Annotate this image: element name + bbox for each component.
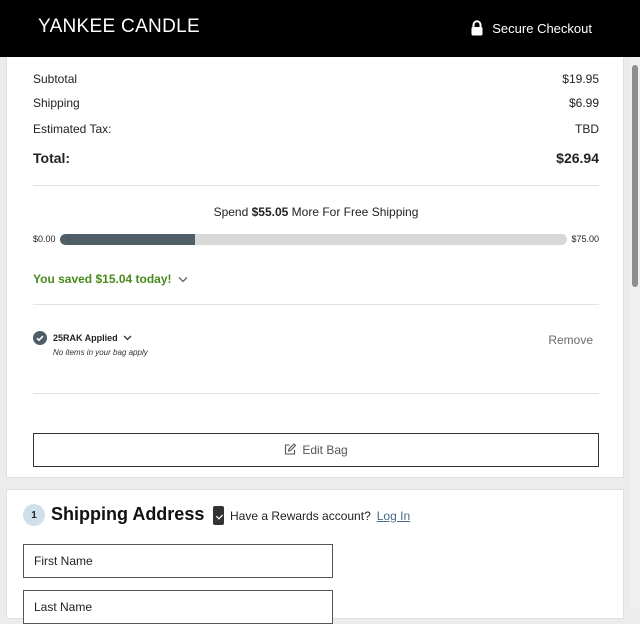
progress-min-label: $0.00 [33, 234, 56, 244]
login-link[interactable]: Log In [377, 509, 410, 523]
remove-promo-link[interactable]: Remove [548, 333, 593, 347]
shipping-value: $6.99 [568, 96, 599, 110]
scrollbar[interactable] [630, 57, 640, 608]
edit-bag-label: Edit Bag [302, 443, 348, 457]
divider [33, 185, 599, 186]
tax-row: Estimated Tax: TBD [33, 122, 599, 136]
rewards-card-icon [213, 506, 224, 525]
progress-max-label: $75.00 [571, 234, 599, 244]
step-number: 1 [23, 504, 45, 526]
divider [33, 304, 599, 305]
subtotal-value: $19.95 [562, 72, 599, 86]
promo-code-toggle[interactable]: 25RAK Applied [53, 333, 132, 343]
secure-checkout: Secure Checkout [470, 20, 592, 36]
brand-logo[interactable]: YANKEE CANDLE [38, 16, 200, 38]
edit-bag-button[interactable]: Edit Bag [33, 433, 599, 467]
free-shipping-suffix: More For Free Shipping [291, 205, 419, 219]
free-shipping-prefix: Spend [213, 205, 249, 219]
shipping-label: Shipping [33, 96, 80, 110]
section-title: Shipping Address [51, 504, 205, 524]
last-name-label: Last Name [34, 600, 93, 614]
progress-fill [59, 233, 195, 245]
lock-icon [470, 20, 484, 36]
tax-label: Estimated Tax: [33, 122, 112, 136]
free-shipping-amount: $55.05 [251, 205, 289, 219]
rewards-prompt: Have a Rewards account? Log In [213, 506, 410, 525]
edit-icon [284, 442, 297, 458]
savings-toggle[interactable]: You saved $15.04 today! [33, 272, 188, 286]
progress-track [59, 233, 568, 245]
shipping-row: Shipping $6.99 [33, 96, 599, 110]
first-name-field[interactable]: First Name [23, 544, 333, 578]
shipping-address-card: 1 Shipping Address Have a Rewards accoun… [6, 489, 624, 624]
free-shipping-message: Spend $55.05 More For Free Shipping [7, 205, 625, 219]
total-row: Total: $26.94 [33, 150, 599, 166]
savings-text: You saved $15.04 today! [33, 272, 172, 286]
free-shipping-progress: $0.00 $75.00 [33, 232, 599, 246]
tax-value: TBD [575, 122, 599, 136]
divider [33, 393, 599, 394]
order-summary-card: Subtotal $19.95 Shipping $6.99 Estimated… [6, 57, 624, 478]
chevron-down-icon [178, 272, 188, 286]
total-value: $26.94 [556, 150, 599, 166]
total-label: Total: [33, 150, 71, 166]
check-circle-icon [33, 331, 47, 345]
scrollbar-thumb[interactable] [632, 65, 638, 287]
subtotal-label: Subtotal [33, 72, 78, 86]
secure-checkout-label: Secure Checkout [492, 20, 592, 36]
subtotal-row: Subtotal $19.95 [33, 72, 599, 86]
rewards-prompt-text: Have a Rewards account? [230, 508, 371, 523]
promo-note: No items in your bag apply [53, 348, 148, 357]
chevron-down-icon [123, 333, 132, 343]
first-name-label: First Name [34, 554, 93, 568]
promo-code-applied: 25RAK Applied No items in your bag apply… [33, 331, 599, 361]
site-header: YANKEE CANDLE Secure Checkout [0, 0, 640, 57]
promo-code-label: 25RAK Applied [53, 333, 118, 343]
last-name-field[interactable]: Last Name [23, 590, 333, 624]
